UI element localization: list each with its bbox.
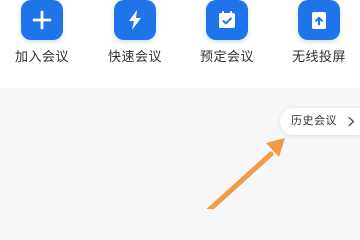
join-meeting-action[interactable]: 加入会议	[6, 0, 78, 80]
schedule-meeting-button[interactable]	[206, 0, 248, 40]
screen-cast-icon	[312, 12, 326, 29]
join-meeting-label: 加入会议	[14, 50, 69, 65]
plus-icon	[32, 10, 52, 30]
wireless-cast-label: 无线投屏	[291, 50, 346, 65]
join-meeting-button[interactable]	[21, 0, 63, 40]
schedule-meeting-label: 预定会议	[199, 50, 254, 65]
history-meetings-label: 历史会议	[291, 114, 337, 127]
quick-actions-panel: 加入会议 快速会议 预定会议 无线投屏	[0, 0, 360, 88]
calendar-check-icon	[219, 11, 235, 28]
quick-meeting-button[interactable]	[114, 0, 156, 40]
schedule-meeting-action[interactable]: 预定会议	[191, 0, 263, 80]
quick-meeting-action[interactable]: 快速会议	[99, 0, 171, 80]
chevron-right-icon	[348, 116, 355, 127]
lightning-icon	[129, 10, 141, 30]
quick-meeting-label: 快速会议	[107, 50, 162, 65]
wireless-cast-button[interactable]	[298, 0, 340, 40]
wireless-cast-action[interactable]: 无线投屏	[283, 0, 355, 80]
history-meetings-button[interactable]: 历史会议	[280, 108, 360, 135]
